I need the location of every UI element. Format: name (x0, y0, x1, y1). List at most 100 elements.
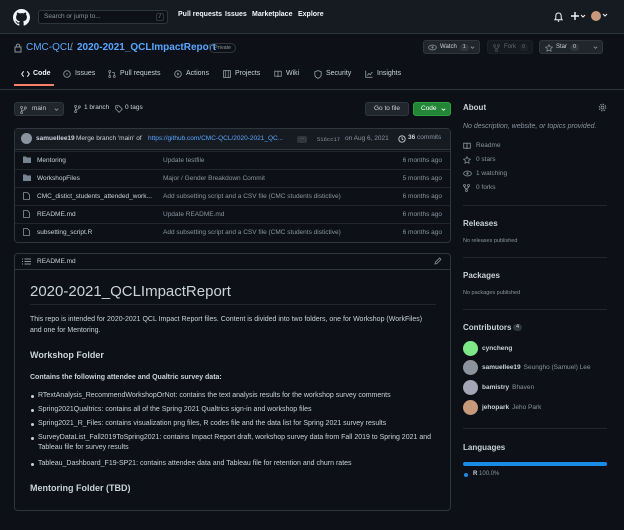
readme-header: README.md (15, 254, 450, 270)
author-avatar[interactable] (21, 133, 32, 144)
tab-label: Issues (75, 70, 96, 77)
github-logo-icon[interactable] (13, 9, 30, 26)
tab-wiki[interactable]: Wiki (274, 67, 299, 83)
go-to-file-button[interactable]: Go to file (365, 102, 409, 116)
tab-label: Projects (235, 70, 261, 77)
releases-heading[interactable]: Releases (463, 219, 498, 228)
chevron-down-icon[interactable] (602, 12, 608, 18)
readme-title: 2020-2021_QCLImpactReport (30, 283, 231, 300)
readme-title-divider (30, 304, 436, 305)
about-heading: About (463, 103, 487, 112)
branches-link[interactable]: 1 branch (74, 104, 109, 113)
file-name[interactable]: subsetting_script.R (37, 229, 165, 236)
repo-path-separator: / (70, 42, 73, 53)
branch-icon (74, 105, 81, 113)
file-name[interactable]: Mentoring (37, 157, 165, 164)
project-icon (223, 70, 231, 78)
repo-owner-link[interactable]: CMC-QCL (26, 42, 73, 53)
nav-explore[interactable]: Explore (298, 11, 324, 18)
avatar[interactable] (463, 360, 478, 375)
expand-commit-button[interactable]: … (297, 136, 307, 143)
file-row[interactable]: Mentoring Update testfile 6 months ago (15, 151, 450, 169)
commit-message[interactable]: Merge branch 'main' of (76, 135, 142, 142)
tab-security[interactable]: Security (314, 67, 351, 83)
nav-marketplace[interactable]: Marketplace (252, 11, 292, 18)
file-name[interactable]: CMC_distict_students_attended_work... (37, 193, 165, 200)
file-row[interactable]: CMC_distict_students_attended_work... Ad… (15, 187, 450, 205)
commit-link[interactable]: https://github.com/CMC-QCL/2020-2021_QC.… (148, 135, 291, 142)
file-commit-message[interactable]: Add subsetting script and a CSV file (CM… (163, 229, 363, 236)
contributor[interactable]: bamistry Bhaven (482, 384, 534, 391)
user-avatar[interactable] (591, 11, 601, 21)
gear-icon[interactable] (598, 103, 607, 112)
star-count: 0 (570, 44, 580, 51)
issue-icon (63, 70, 71, 78)
chevron-down-icon (54, 108, 59, 111)
stars-link[interactable]: 0 stars (463, 155, 496, 165)
tab-label: Wiki (286, 70, 300, 77)
tab-pull-requests[interactable]: Pull requests (108, 67, 160, 83)
branch-icon (20, 106, 27, 114)
list-item: SurveyDataList_Fall2019ToSpring2021: con… (31, 433, 438, 453)
file-commit-message[interactable]: Update README.md (163, 211, 363, 218)
forks-link[interactable]: 0 forks (463, 183, 496, 193)
tags-link[interactable]: 0 tags (115, 104, 143, 113)
star-button[interactable]: Star 0 (539, 40, 603, 54)
fork-button[interactable]: Fork 0 (487, 40, 533, 54)
tab-insights[interactable]: Insights (365, 67, 401, 83)
file-row[interactable]: subsetting_script.R Add subsetting scrip… (15, 223, 450, 241)
file-commit-message[interactable]: Update testfile (163, 157, 363, 164)
watching-link[interactable]: 1 watching (463, 169, 507, 179)
eye-icon (463, 170, 472, 177)
languages-heading: Languages (463, 443, 506, 452)
language-color-dot (464, 472, 468, 477)
file-row[interactable]: WorkshopFiles Major / Gender Breakdown C… (15, 169, 450, 187)
tab-actions[interactable]: Actions (174, 67, 209, 83)
code-button-label: Code (421, 105, 437, 112)
commits-link[interactable]: 36 commits (398, 134, 441, 143)
file-age: 5 months ago (402, 175, 442, 182)
file-commit-message[interactable]: Major / Gender Breakdown Commit (163, 175, 363, 182)
search-placeholder: Search or jump to... (44, 13, 101, 20)
packages-heading[interactable]: Packages (463, 271, 500, 280)
list-icon[interactable] (22, 258, 31, 265)
contributor[interactable]: jehopark Jeho Park (482, 404, 541, 411)
search-input[interactable]: Search or jump to... / (38, 10, 168, 24)
nav-pull-requests[interactable]: Pull requests (178, 11, 222, 18)
tab-projects[interactable]: Projects (223, 67, 260, 83)
contributor[interactable]: cyncheng (482, 345, 512, 352)
contributor[interactable]: samuellee19 Seungho (Samuel) Lee (482, 364, 591, 371)
tab-label: Insights (377, 70, 402, 77)
file-age: 6 months ago (402, 193, 442, 200)
nav-issues[interactable]: Issues (225, 11, 247, 18)
file-commit-message[interactable]: Add subsetting script and a CSV file (CM… (163, 193, 363, 200)
bell-icon[interactable] (554, 12, 563, 22)
commit-author[interactable]: samuellee19 (36, 135, 75, 142)
branch-selector[interactable]: main (14, 102, 64, 116)
commit-sha[interactable]: 516cc17 (317, 136, 340, 143)
avatar[interactable] (463, 400, 478, 415)
tag-icon (115, 105, 123, 113)
repo-name-link[interactable]: 2020-2021_QCLImpactReport (77, 42, 216, 53)
contains-label: Contains the following attendee and Qual… (30, 374, 222, 381)
file-name[interactable]: README.md (37, 211, 165, 218)
pencil-icon[interactable] (434, 257, 442, 265)
language-item-r[interactable]: R 100.0% (463, 471, 499, 477)
tab-label: Security (326, 70, 352, 77)
graph-icon (365, 70, 373, 78)
packages-empty: No packages published (463, 290, 521, 296)
contributors-heading[interactable]: Contributors (463, 323, 511, 332)
avatar[interactable] (463, 380, 478, 395)
commits-count: 36 (408, 134, 416, 141)
file-row[interactable]: README.md Update README.md 6 months ago (15, 205, 450, 223)
tab-issues[interactable]: Issues (63, 67, 95, 83)
lock-icon (14, 43, 22, 53)
watch-button[interactable]: Watch 1 (423, 40, 480, 54)
shield-icon (314, 70, 322, 79)
avatar[interactable] (463, 341, 478, 356)
plus-icon[interactable] (570, 11, 586, 21)
code-button[interactable]: Code (413, 102, 451, 116)
tab-code[interactable]: Code (21, 67, 51, 83)
readme-link[interactable]: Readme (463, 141, 501, 151)
file-name[interactable]: WorkshopFiles (37, 175, 165, 182)
